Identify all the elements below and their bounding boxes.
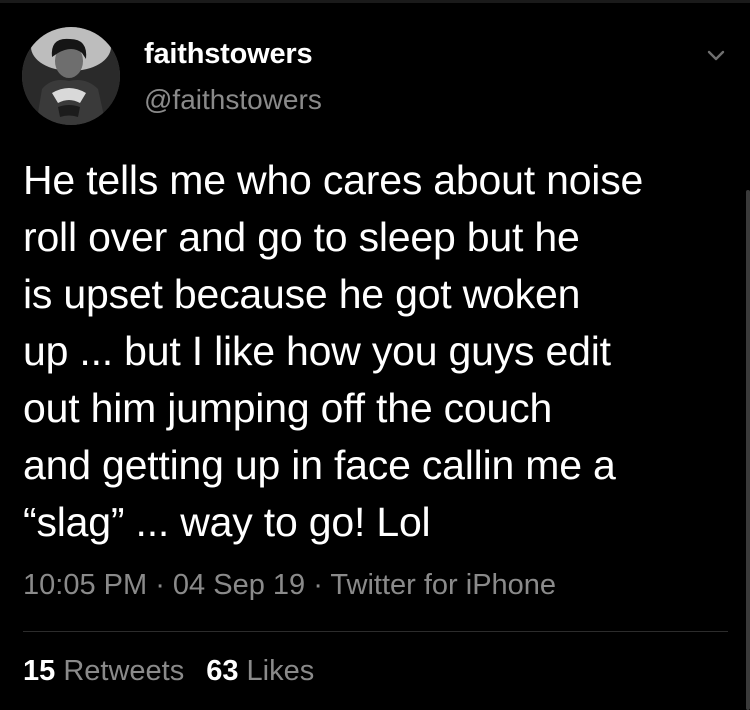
retweets-count: 15 [23, 655, 56, 687]
likes-count: 63 [206, 655, 239, 687]
meta-separator: · [305, 569, 331, 601]
scrollbar[interactable] [746, 190, 750, 710]
tweet-source[interactable]: Twitter for iPhone [330, 569, 556, 601]
handle[interactable]: @faithstowers [144, 84, 322, 116]
display-name[interactable]: faithstowers [144, 38, 313, 71]
top-divider [0, 0, 750, 3]
tweet-meta: 10:05 PM · 04 Sep 19 · Twitter for iPhon… [23, 569, 556, 602]
retweets-label: Retweets [63, 655, 185, 687]
likes-stat[interactable]: 63 Likes [206, 655, 314, 687]
avatar[interactable] [22, 27, 120, 125]
tweet-time[interactable]: 10:05 PM [23, 569, 147, 601]
engagement-stats: 15 Retweets 63 Likes [23, 655, 336, 688]
tweet-text: He tells me who cares about noise roll o… [23, 157, 644, 545]
tweet-date[interactable]: 04 Sep 19 [173, 569, 305, 601]
avatar-photo [22, 27, 120, 125]
retweets-stat[interactable]: 15 Retweets [23, 655, 184, 687]
meta-separator: · [147, 569, 173, 601]
stats-divider [23, 631, 728, 632]
likes-label: Likes [246, 655, 315, 687]
chevron-down-icon[interactable] [702, 42, 730, 70]
